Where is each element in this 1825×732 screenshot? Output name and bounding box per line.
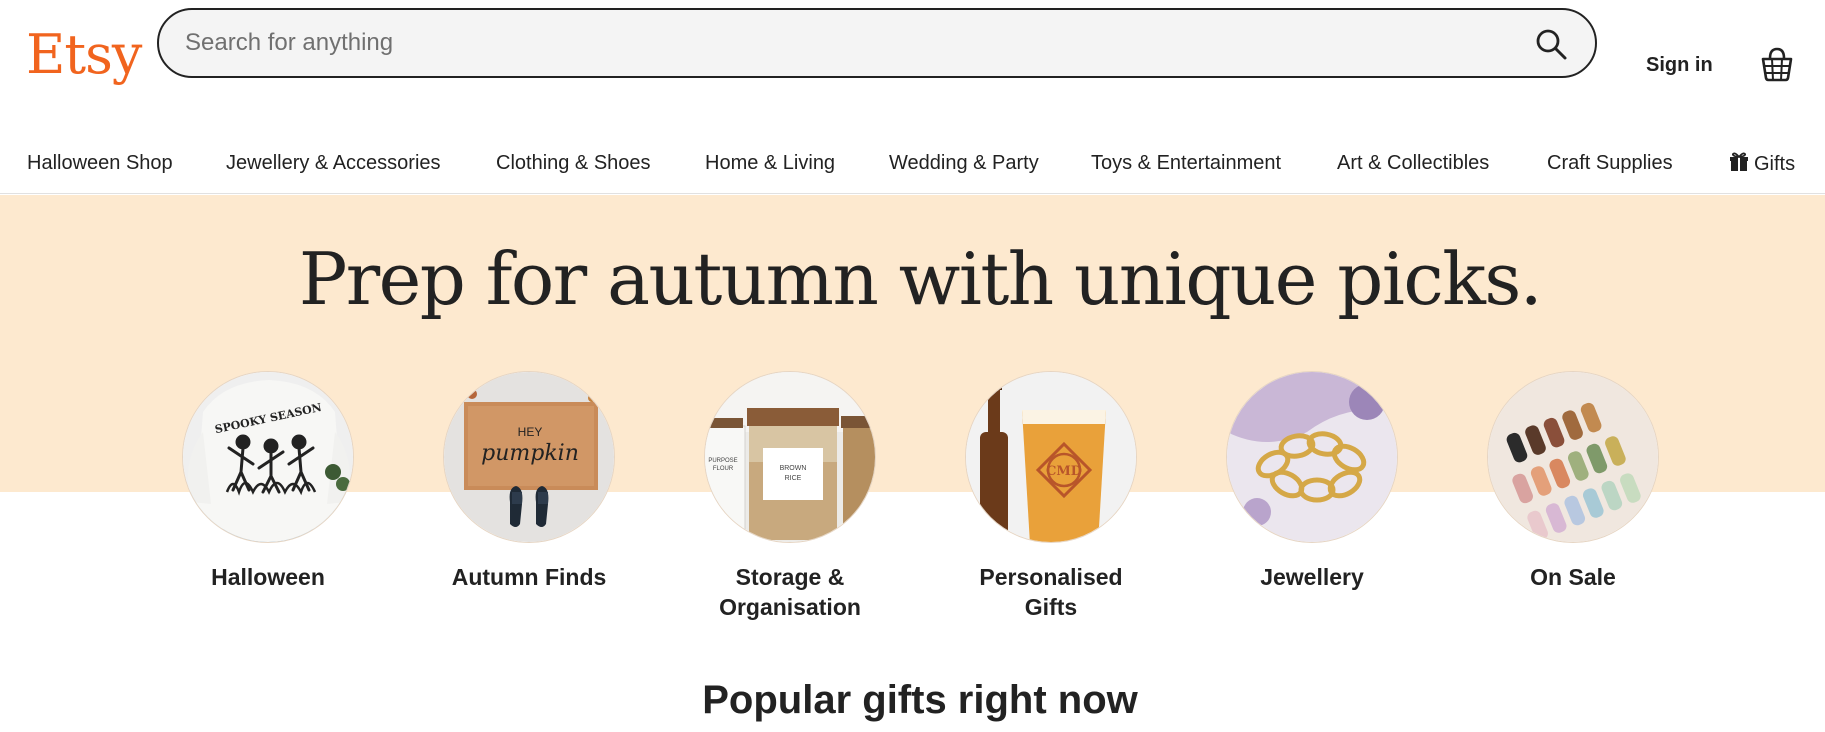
etsy-logo[interactable]: Etsy: [26, 28, 142, 82]
nav-item-art-collectibles[interactable]: Art & Collectibles: [1337, 152, 1489, 175]
hero-title: Prep for autumn with unique picks.: [298, 237, 1543, 321]
search-icon: [1536, 29, 1567, 60]
category-label-personalised-line2: Gifts: [1024, 593, 1078, 620]
nav-item-gifts[interactable]: Gifts: [1730, 152, 1795, 176]
category-label-jewellery: Jewellery: [1260, 564, 1364, 590]
nav-item-home-living[interactable]: Home & Living: [705, 152, 835, 175]
sign-in-link[interactable]: Sign in: [1646, 54, 1713, 77]
category-nav: Halloween Shop Jewellery & Accessories C…: [0, 140, 1825, 194]
category-label-storage-line1: Storage &: [735, 564, 845, 590]
search-input[interactable]: [185, 10, 1485, 75]
gift-icon: [1730, 152, 1748, 171]
category-autumn-finds[interactable]: HEY pumpkin Autumn Finds: [429, 371, 629, 593]
category-storage-organisation[interactable]: PURPOSE FLOUR BROWN RICE Storage & Organ…: [690, 371, 890, 623]
nav-item-halloween-shop[interactable]: Halloween Shop: [27, 152, 173, 175]
nav-item-gifts-label: Gifts: [1754, 153, 1796, 175]
mat-text-1: HEY: [518, 425, 543, 439]
category-label-personalised-line1: Personalised: [979, 564, 1123, 590]
jar-label-3: BROWN: [780, 465, 807, 472]
nav-item-craft-supplies[interactable]: Craft Supplies: [1547, 152, 1673, 175]
category-label-autumn-finds: Autumn Finds: [451, 564, 607, 590]
nav-item-wedding-party[interactable]: Wedding & Party: [889, 152, 1039, 175]
nav-item-jewellery-accessories[interactable]: Jewellery & Accessories: [226, 152, 441, 175]
jar-label-2: FLOUR: [713, 466, 734, 472]
basket-icon: [1761, 47, 1793, 82]
personalised-gifts-image: CMD: [965, 371, 1137, 543]
search-button[interactable]: [1529, 22, 1573, 66]
jar-label-1: PURPOSE: [708, 458, 737, 464]
mat-text-2: pumpkin: [481, 441, 579, 466]
popular-gifts-heading: Popular gifts right now: [702, 678, 1138, 722]
halloween-image: SPOOKY SEASON: [182, 371, 354, 543]
autumn-finds-image: HEY pumpkin: [443, 371, 615, 543]
category-halloween[interactable]: SPOOKY SEASON Halloween: [168, 371, 368, 593]
jewellery-image: [1226, 371, 1398, 543]
on-sale-image: [1487, 371, 1659, 543]
category-label-halloween: Halloween: [211, 564, 325, 590]
storage-image: PURPOSE FLOUR BROWN RICE: [704, 371, 876, 543]
nav-item-clothing-shoes[interactable]: Clothing & Shoes: [496, 152, 651, 175]
nav-item-toys-entertainment[interactable]: Toys & Entertainment: [1091, 152, 1281, 175]
cart-button[interactable]: [1760, 46, 1794, 82]
category-jewellery[interactable]: Jewellery: [1212, 371, 1412, 593]
jar-label-4: RICE: [785, 475, 802, 482]
monogram-text: CMD: [1046, 464, 1082, 479]
category-personalised-gifts[interactable]: CMD Personalised Gifts: [951, 371, 1151, 623]
category-label-on-sale: On Sale: [1530, 564, 1616, 590]
category-on-sale[interactable]: On Sale: [1473, 371, 1673, 593]
category-label-storage-line2: Organisation: [719, 593, 861, 620]
search-bar[interactable]: [157, 8, 1597, 78]
site-header: Etsy Sign in: [0, 0, 1825, 100]
